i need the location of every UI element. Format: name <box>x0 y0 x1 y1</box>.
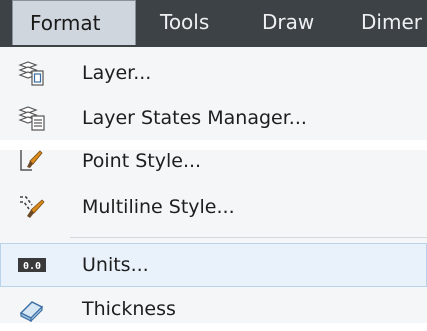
layer-properties-icon <box>18 60 46 86</box>
menu-item-label: Units... <box>82 254 149 276</box>
point-style-icon <box>18 148 46 174</box>
thickness-icon <box>18 296 46 323</box>
menu-item-label: Layer... <box>82 62 152 84</box>
menu-item-label: Multiline Style... <box>82 196 235 218</box>
menu-item-point-style[interactable]: Point Style... <box>0 139 427 183</box>
menu-item-label: Thickness <box>82 298 176 320</box>
menu-bar: Format Tools Draw Dimer <box>0 0 427 48</box>
units-icon-text: 0.0 <box>23 261 41 272</box>
menu-format[interactable]: Format <box>12 0 136 45</box>
menu-item-units[interactable]: 0.0 Units... <box>0 243 427 287</box>
units-icon: 0.0 <box>18 252 46 278</box>
menu-item-multiline-style[interactable]: Multiline Style... <box>0 185 427 229</box>
menu-dimension[interactable]: Dimer <box>361 0 422 45</box>
layer-states-icon <box>18 105 46 131</box>
menu-separator <box>70 237 427 238</box>
menu-item-layer[interactable]: Layer... <box>0 51 427 95</box>
menu-item-label: Layer States Manager... <box>82 107 307 129</box>
menu-item-layer-states-manager[interactable]: Layer States Manager... <box>0 96 427 140</box>
menu-draw[interactable]: Draw <box>262 0 314 45</box>
menu-tools[interactable]: Tools <box>160 0 209 45</box>
multiline-style-icon <box>18 194 46 220</box>
menu-item-label: Point Style... <box>82 150 202 172</box>
menu-item-thickness[interactable]: Thickness <box>0 287 427 331</box>
format-dropdown-menu: Layer... Layer States Manager... Point S… <box>0 47 427 323</box>
